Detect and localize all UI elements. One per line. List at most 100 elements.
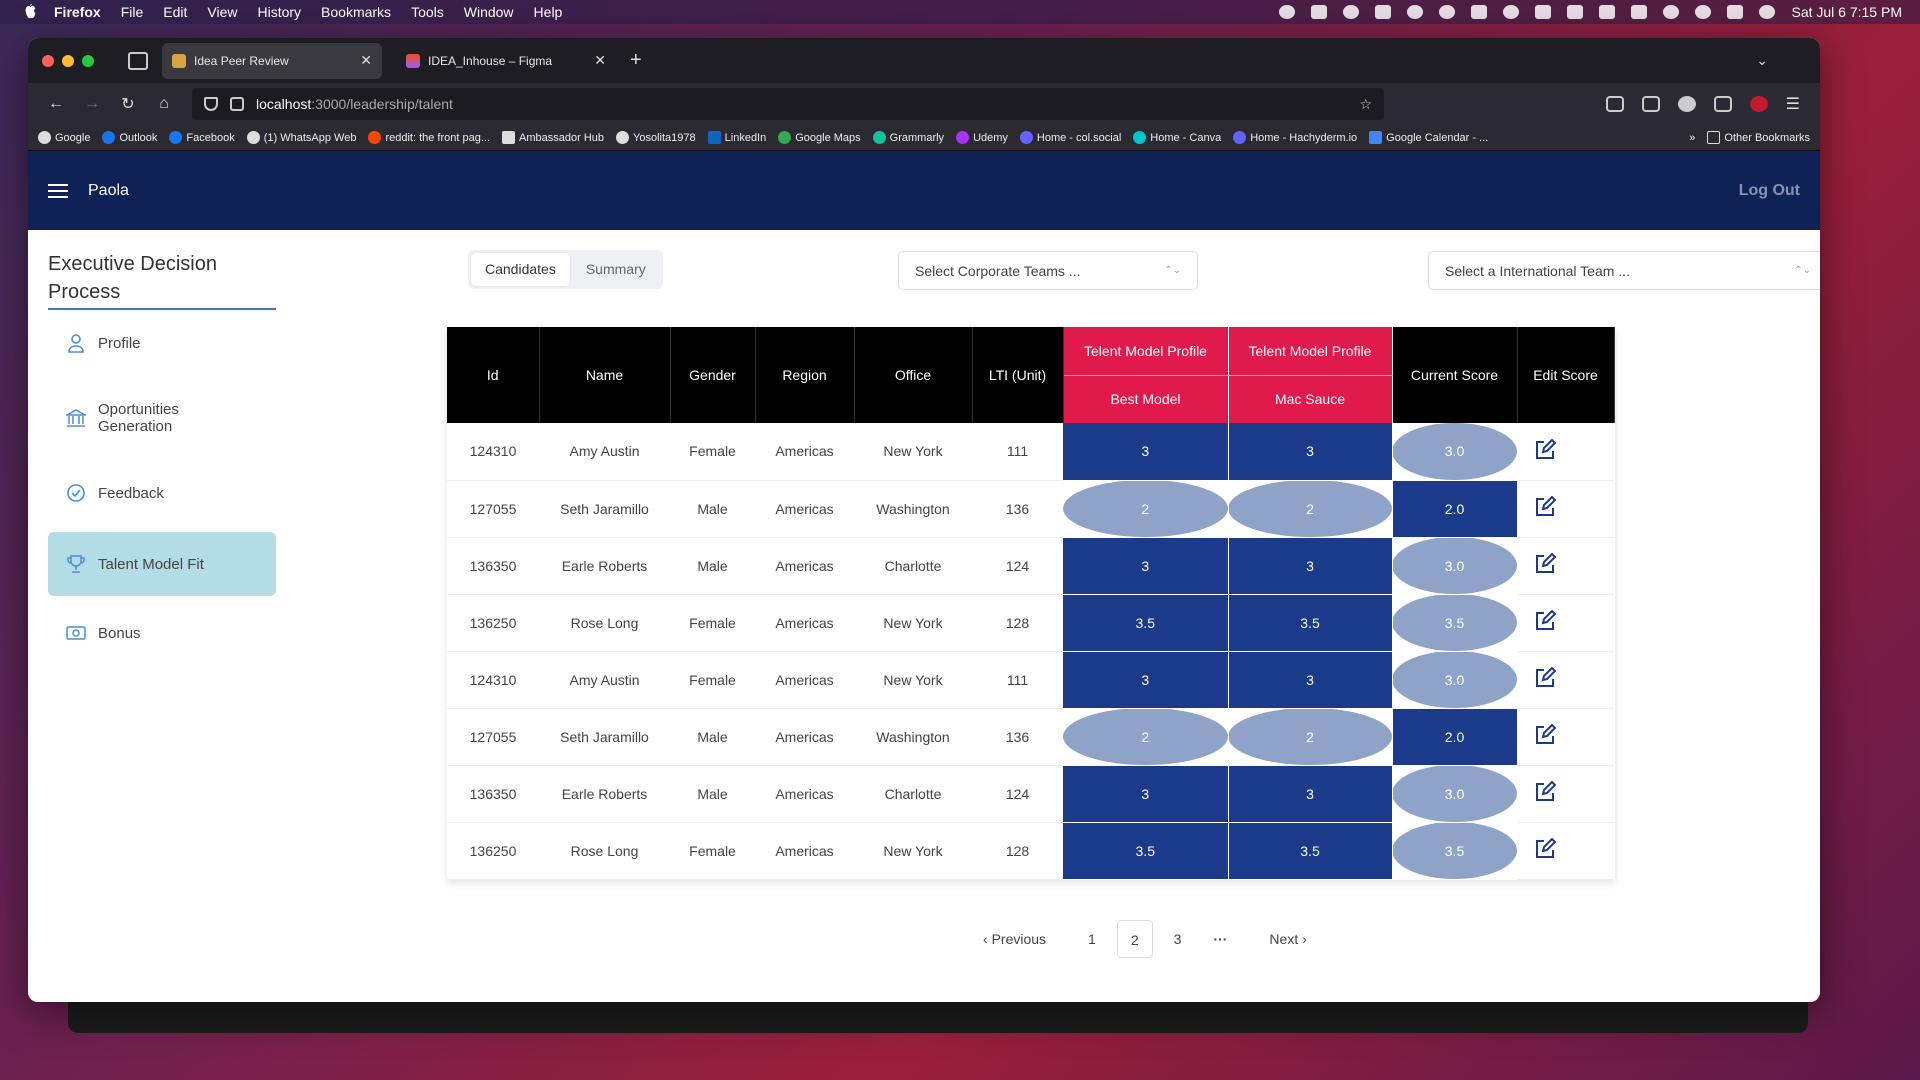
volume-icon[interactable] [1567,5,1584,19]
edit-icon[interactable] [1534,609,1556,632]
tab-summary[interactable]: Summary [572,253,660,286]
col-talent-profile-1[interactable]: Telent Model Profile [1063,327,1229,376]
col-mac-sauce[interactable]: Mac Sauce [1228,375,1393,423]
sidebar-item-opportunities[interactable]: Oportunities Generation [48,378,276,458]
sidebar-item-talent-model-fit[interactable]: Talent Model Fit [48,532,276,596]
menu-history[interactable]: History [257,4,301,20]
sidebar-item-feedback[interactable]: Feedback [48,462,276,524]
siri-icon[interactable] [1759,5,1776,19]
close-tab-icon[interactable]: ✕ [360,52,372,69]
previous-page-button[interactable]: ‹ Previous [970,920,1059,958]
back-arrow-icon[interactable]: ← [38,95,74,113]
tab-figma[interactable]: IDEA_Inhouse – Figma ✕ [396,43,616,79]
close-window-button[interactable] [42,54,54,67]
page-2-button[interactable]: 2 [1116,920,1153,958]
col-current-score[interactable]: Current Score [1392,327,1518,423]
control-center-icon[interactable] [1727,5,1744,19]
bookmark-hachyderm[interactable]: Home - Hachyderm.io [1233,131,1357,144]
bookmark-google[interactable]: Google [38,131,90,144]
menu-edit[interactable]: Edit [163,4,187,20]
menubar-clock[interactable]: Sat Jul 6 7:15 PM [1791,4,1902,20]
sidebar-item-bonus[interactable]: Bonus [48,602,276,664]
tab-candidates[interactable]: Candidates [471,253,570,286]
ublock-icon[interactable] [1749,96,1768,112]
col-id[interactable]: Id [447,327,540,423]
col-talent-profile-2[interactable]: Telent Model Profile [1228,327,1393,376]
password-status-icon[interactable] [1407,5,1424,19]
battery-icon[interactable] [1631,5,1648,19]
bookmark-ambassador-hub[interactable]: Ambassador Hub [502,131,604,144]
tab-idea-peer-review[interactable]: Idea Peer Review ✕ [162,42,382,79]
bookmark-linkedin[interactable]: LinkedIn [707,131,766,144]
account-icon[interactable] [1677,96,1696,112]
bookmark-facebook[interactable]: Facebook [169,131,235,144]
bookmark-whatsapp[interactable]: (1) WhatsApp Web [246,131,356,144]
more-bookmarks-chevron-icon[interactable]: » [1689,132,1695,144]
page-3-button[interactable]: 3 [1161,920,1195,958]
menu-view[interactable]: View [207,4,237,20]
logout-button[interactable]: Log Out [1739,182,1800,200]
menu-window[interactable]: Window [464,4,514,20]
col-best-model[interactable]: Best Model [1063,375,1229,423]
wifi-icon[interactable] [1663,5,1680,19]
sidebar-item-profile[interactable]: Profile [48,312,276,374]
menu-tools[interactable]: Tools [411,4,444,20]
menu-file[interactable]: File [121,4,144,20]
edit-icon[interactable] [1534,438,1556,461]
next-page-button[interactable]: Next › [1256,920,1319,958]
col-gender[interactable]: Gender [670,327,756,423]
maximize-window-button[interactable] [82,54,94,67]
new-tab-icon[interactable]: + [630,49,642,72]
spotlight-search-icon[interactable] [1695,5,1712,19]
menu-help[interactable]: Help [534,4,563,20]
home-icon[interactable]: ⌂ [146,95,182,113]
edit-icon[interactable] [1534,723,1556,746]
cloud-status-icon[interactable] [1439,5,1456,19]
app-menu[interactable]: Firefox [54,4,101,20]
edit-icon[interactable] [1534,552,1556,575]
apple-logo-icon[interactable] [20,4,40,20]
minimize-window-button[interactable] [62,54,74,67]
bookmark-github[interactable]: Yosolita1978 [616,131,696,144]
edit-icon[interactable] [1534,780,1556,803]
menu-bookmarks[interactable]: Bookmarks [321,4,391,20]
display-status-icon[interactable] [1535,5,1552,19]
tab-overview-icon[interactable] [128,51,148,70]
reload-icon[interactable]: ↻ [110,94,146,114]
bookmark-grammarly[interactable]: Grammarly [872,131,944,144]
dropbox-status-icon[interactable] [1375,5,1392,19]
international-team-select[interactable]: Select a International Team ... ⌃⌄ [1428,251,1820,290]
bookmark-google-maps[interactable]: Google Maps [778,131,861,144]
hamburger-icon[interactable] [48,183,68,198]
forward-arrow-icon[interactable]: → [74,95,110,113]
page-1-button[interactable]: 1 [1075,920,1109,958]
extensions-icon[interactable] [1713,96,1732,112]
play-status-icon[interactable] [1503,5,1520,19]
other-bookmarks[interactable]: Other Bookmarks [1707,131,1810,144]
edit-icon[interactable] [1534,495,1556,518]
downloads-icon[interactable] [1641,96,1660,112]
col-lti[interactable]: LTI (Unit) [972,327,1064,423]
col-edit-score[interactable]: Edit Score [1517,327,1615,423]
grammarly-status-icon[interactable] [1279,5,1296,19]
col-region[interactable]: Region [755,327,855,423]
col-name[interactable]: Name [539,327,671,423]
corporate-teams-select[interactable]: Select Corporate Teams ... ⌃⌄ [898,251,1198,290]
address-bar[interactable]: localhost:3000/leadership/talent ☆ [192,88,1384,120]
close-tab-icon[interactable]: ✕ [594,52,606,69]
page-info-icon[interactable] [230,97,244,111]
more-pages-ellipsis-icon[interactable]: ··· [1200,920,1240,958]
bookmark-google-calendar[interactable]: Google Calendar - ... [1369,131,1488,144]
edit-icon[interactable] [1534,666,1556,689]
bookmark-col-social[interactable]: Home - col.social [1019,131,1121,144]
edit-icon[interactable] [1534,837,1556,860]
pocket-icon[interactable] [1605,96,1624,112]
bookmark-reddit[interactable]: reddit: the front pag... [368,131,490,144]
hamburger-menu-icon[interactable]: ☰ [1786,94,1800,114]
glasses-status-icon[interactable] [1311,5,1328,19]
tracking-shield-icon[interactable] [204,97,218,111]
gear-status-icon[interactable] [1343,5,1360,19]
bluetooth-icon[interactable] [1599,5,1616,19]
col-office[interactable]: Office [854,327,973,423]
keyboard-status-icon[interactable] [1471,5,1488,19]
